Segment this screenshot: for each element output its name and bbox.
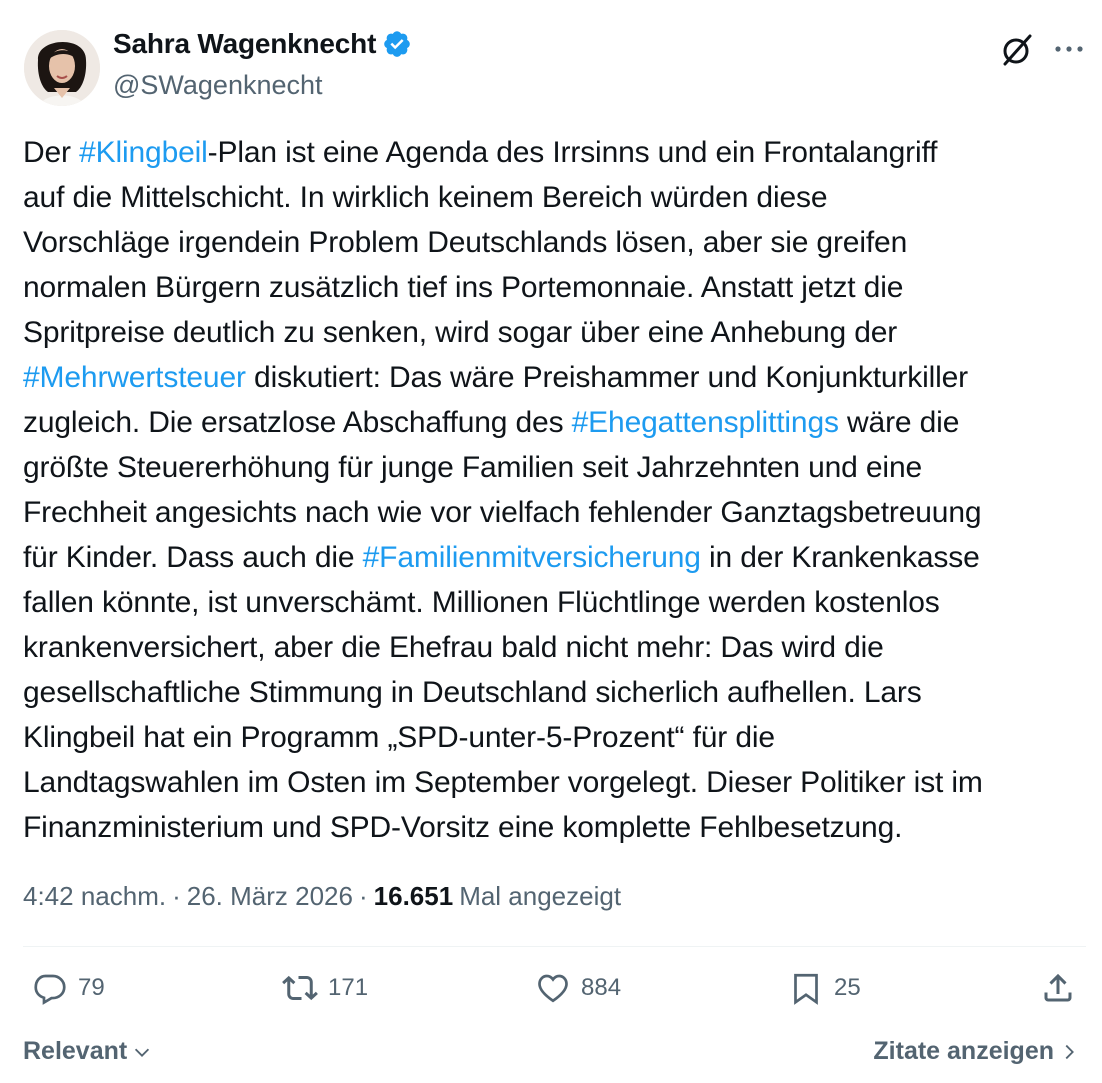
reply-icon [34,974,66,1005]
views-count: 16.651 [373,881,454,911]
reply-count: 79 [78,974,105,1001]
tweet-text: Der #Klingbeil-Plan ist eine Agenda des … [23,130,1088,850]
meta-separator: · [172,881,181,911]
tweet-time[interactable]: 4:42 nachm. [23,881,166,912]
tweet-text-segment: Der [23,136,80,169]
repost-icon [282,975,318,1001]
hashtag-link[interactable]: #Ehegattensplittings [572,406,839,439]
hashtag-link[interactable]: #Mehrwertsteuer [23,361,246,394]
grok-icon[interactable] [998,30,1036,68]
avatar[interactable] [24,30,100,106]
tweet-text-segment: in der Krankenkasse fallen könnte, ist u… [23,541,983,844]
chevron-right-icon [1065,1044,1074,1059]
like-count: 884 [581,974,622,1001]
meta-separator: · [358,881,368,911]
hashtag-link[interactable]: #Klingbeil [79,136,208,169]
share-icon [1044,973,1072,1002]
repost-button[interactable]: 171 [282,970,368,1006]
tweet-date[interactable]: 26. März 2026 [187,881,353,912]
verified-badge-icon[interactable] [382,29,412,59]
divider [23,946,1086,947]
views-label: Mal angezeigt [459,881,622,911]
sort-label: Relevant [23,1037,128,1065]
more-icon[interactable] [1052,30,1086,68]
repost-count: 171 [328,974,369,1001]
like-icon [538,974,568,1003]
hashtag-link[interactable]: #Familienmitversicherung [363,541,701,574]
action-bar: 79 171 884 25 [0,970,1102,1022]
bookmark-button[interactable]: 25 [788,970,861,1006]
author-handle[interactable]: @SWagenknecht [113,70,323,101]
author-name[interactable]: Sahra Wagenknecht [113,28,376,60]
bookmark-icon [794,973,818,1005]
share-button[interactable] [1040,970,1076,1006]
view-quotes-link[interactable]: Zitate anzeigen [873,1037,1080,1066]
author-row: Sahra Wagenknecht [113,28,412,60]
like-button[interactable]: 884 [535,970,621,1006]
bookmark-count: 25 [834,974,861,1001]
chevron-down-icon [135,1048,150,1057]
tweet-meta: 4:42 nachm. · 26. März 2026 · 16.651 Mal… [23,881,621,912]
quotes-label: Zitate anzeigen [873,1037,1054,1065]
reply-button[interactable]: 79 [32,970,105,1006]
sort-dropdown[interactable]: Relevant [23,1037,153,1066]
